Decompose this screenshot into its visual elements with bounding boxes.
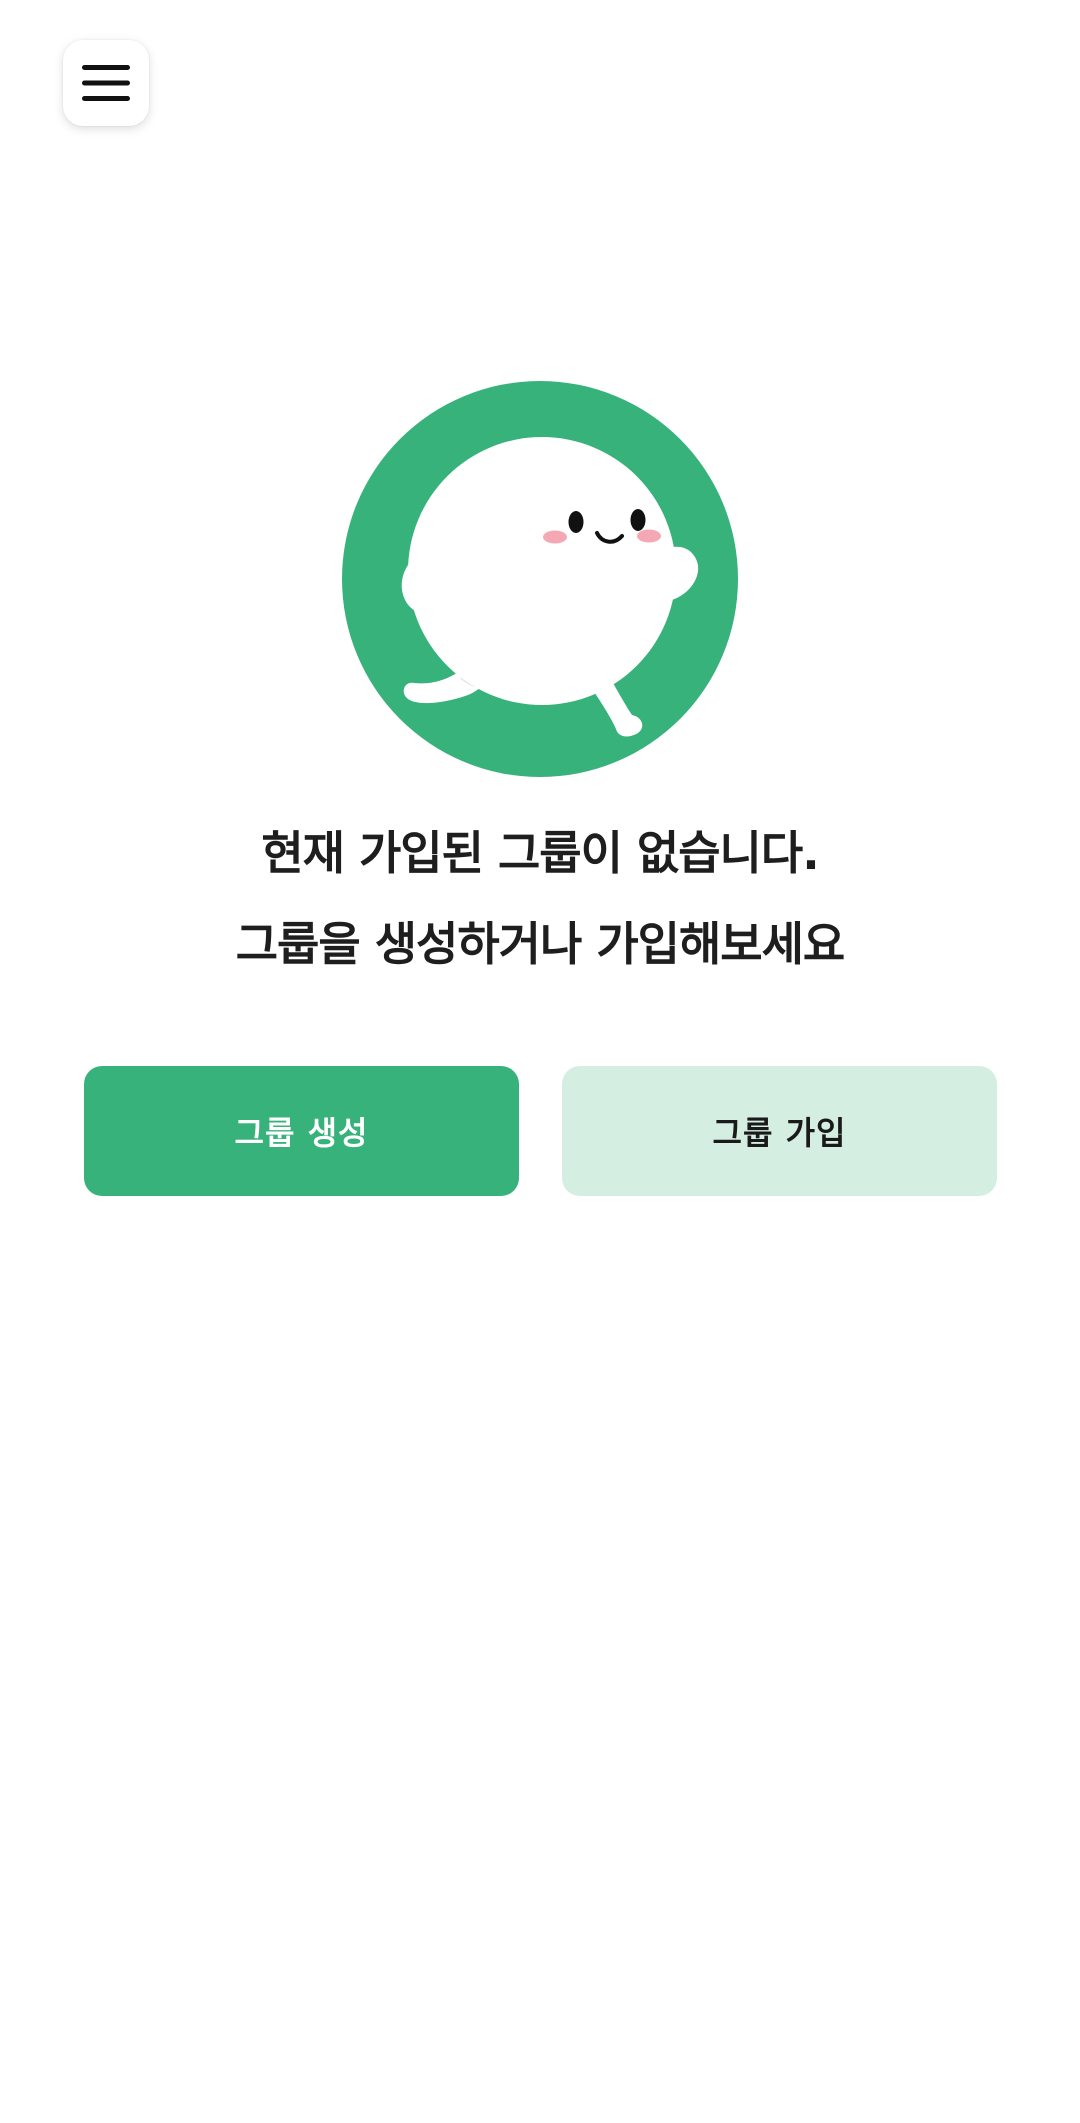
empty-message-title: 현재 가입된 그룹이 없습니다. xyxy=(261,826,819,880)
hamburger-menu-icon xyxy=(82,65,130,101)
menu-button[interactable] xyxy=(63,40,149,126)
create-group-button[interactable]: 그룹 생성 xyxy=(84,1066,519,1196)
running-mascot-illustration xyxy=(342,381,738,777)
empty-message-subtitle: 그룹을 생성하거나 가입해보세요 xyxy=(235,917,846,971)
join-group-button[interactable]: 그룹 가입 xyxy=(562,1066,997,1196)
